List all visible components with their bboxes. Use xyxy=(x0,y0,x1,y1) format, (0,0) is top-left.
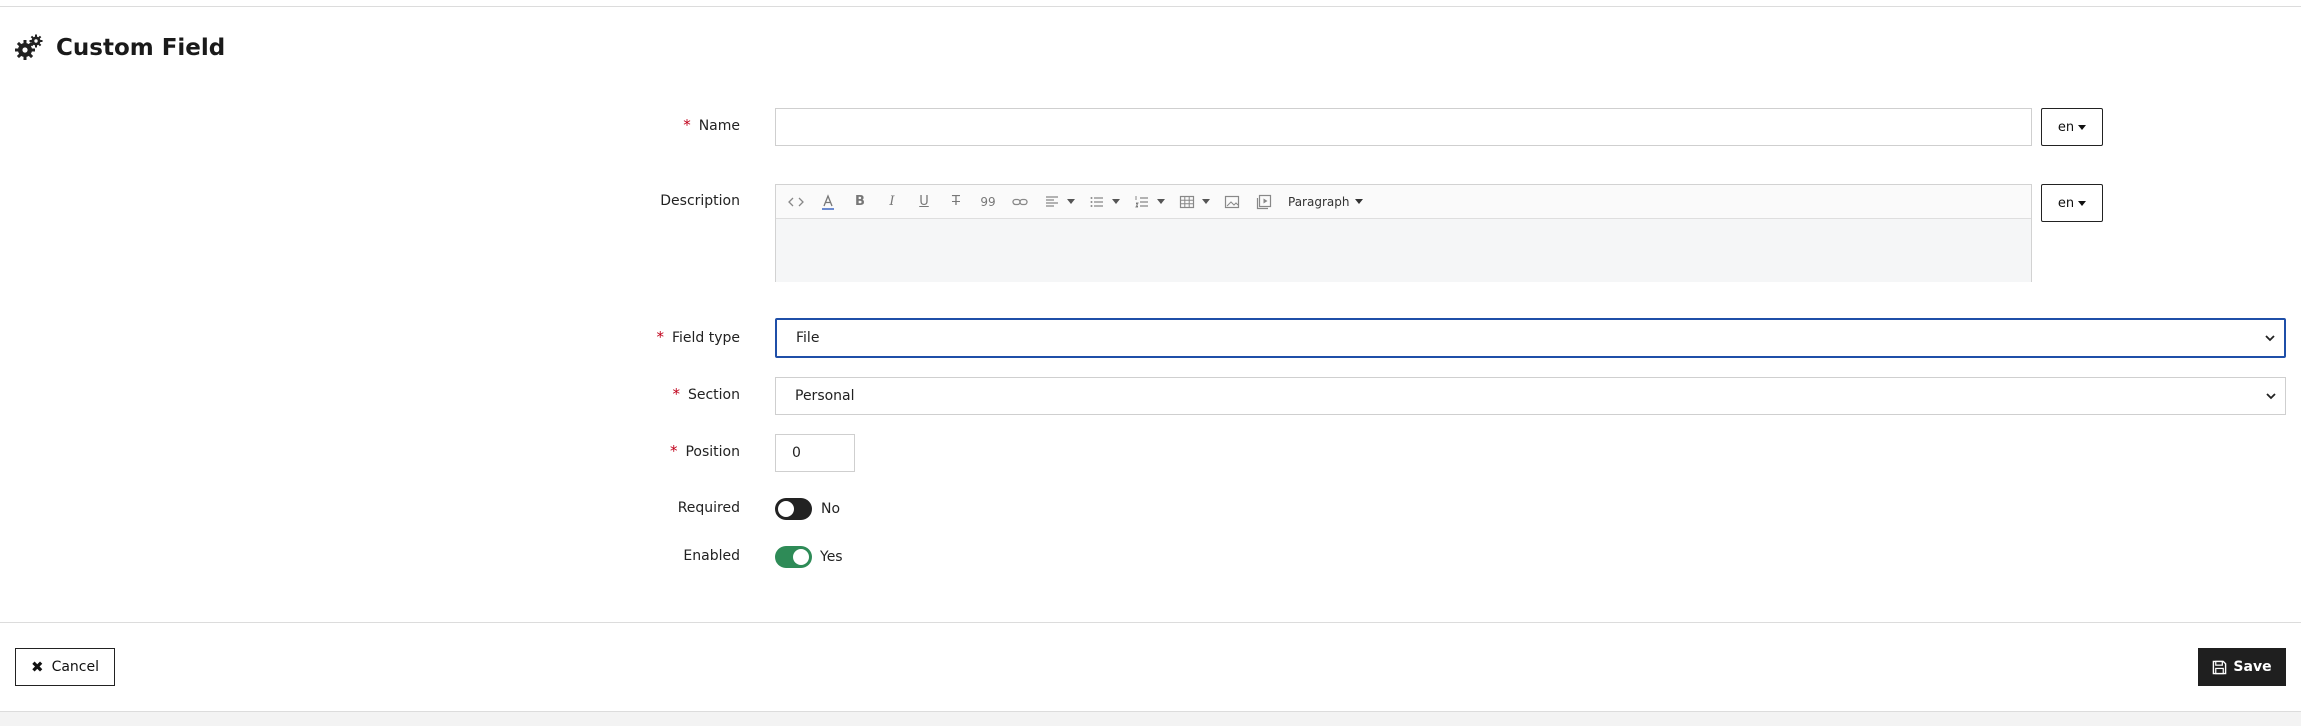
name-input[interactable] xyxy=(775,108,2032,146)
field-type-label: * Field type xyxy=(656,328,740,346)
position-label: * Position xyxy=(669,442,740,460)
underline-icon[interactable]: U xyxy=(912,190,936,214)
footer-divider xyxy=(0,622,2301,623)
image-icon[interactable] xyxy=(1220,190,1244,214)
caret-down-icon xyxy=(2078,124,2087,130)
cancel-button[interactable]: ✖ Cancel xyxy=(15,648,115,686)
top-border xyxy=(0,0,2301,7)
page-title: Custom Field xyxy=(56,35,226,61)
strikethrough-icon[interactable]: T xyxy=(944,190,968,214)
text-color-icon[interactable] xyxy=(816,190,840,214)
floppy-disk-icon xyxy=(2213,660,2227,674)
required-marker: * xyxy=(683,116,691,134)
save-button[interactable]: Save xyxy=(2198,648,2286,686)
description-label: Description xyxy=(660,193,740,209)
numbered-list-icon xyxy=(1130,190,1154,214)
required-state-text: No xyxy=(821,501,841,517)
caret-down-icon xyxy=(2078,200,2087,206)
caret-down-icon xyxy=(1112,199,1120,204)
align-left-icon xyxy=(1040,190,1064,214)
link-icon[interactable] xyxy=(1008,190,1032,214)
paragraph-format-dropdown[interactable]: Paragraph xyxy=(1288,195,1364,209)
name-language-dropdown[interactable]: en xyxy=(2041,108,2103,146)
blockquote-icon[interactable]: 99 xyxy=(976,190,1000,214)
caret-down-icon xyxy=(1067,199,1075,204)
position-input[interactable] xyxy=(775,434,855,472)
toggle-knob xyxy=(793,549,809,565)
gears-icon xyxy=(14,33,44,63)
required-label: Required xyxy=(677,500,740,516)
editor-content-area[interactable] xyxy=(776,219,2031,282)
italic-icon[interactable]: I xyxy=(880,190,904,214)
bold-icon[interactable]: B xyxy=(848,190,872,214)
section-select[interactable]: Personal xyxy=(775,377,2286,415)
table-dropdown[interactable] xyxy=(1175,190,1210,214)
field-type-select[interactable]: File xyxy=(775,318,2286,358)
media-icon[interactable] xyxy=(1252,190,1276,214)
close-icon: ✖ xyxy=(30,658,44,676)
enabled-toggle[interactable] xyxy=(775,546,812,568)
description-editor[interactable]: B I U T 99 Paragraph xyxy=(775,184,2032,282)
required-marker: * xyxy=(672,385,680,403)
toggle-knob xyxy=(778,501,794,517)
enabled-state-text: Yes xyxy=(820,549,843,565)
page-header: Custom Field xyxy=(14,30,225,66)
table-icon xyxy=(1175,190,1199,214)
bullet-list-dropdown[interactable] xyxy=(1085,190,1120,214)
required-toggle[interactable] xyxy=(775,498,812,520)
numbered-list-dropdown[interactable] xyxy=(1130,190,1165,214)
editor-toolbar: B I U T 99 Paragraph xyxy=(776,185,2031,219)
required-marker: * xyxy=(656,328,664,346)
align-dropdown[interactable] xyxy=(1040,190,1075,214)
bullet-list-icon xyxy=(1085,190,1109,214)
caret-down-icon xyxy=(1157,199,1165,204)
caret-down-icon xyxy=(1202,199,1210,204)
source-code-icon[interactable] xyxy=(784,190,808,214)
enabled-label: Enabled xyxy=(683,548,740,564)
bottom-bar xyxy=(0,711,2301,726)
chevron-down-icon xyxy=(2266,393,2276,400)
chevron-down-icon xyxy=(2265,335,2275,342)
description-language-dropdown[interactable]: en xyxy=(2041,184,2103,222)
caret-down-icon xyxy=(1355,199,1364,204)
required-marker: * xyxy=(669,442,678,460)
name-label: * Name xyxy=(683,116,740,134)
section-label: * Section xyxy=(672,385,740,403)
